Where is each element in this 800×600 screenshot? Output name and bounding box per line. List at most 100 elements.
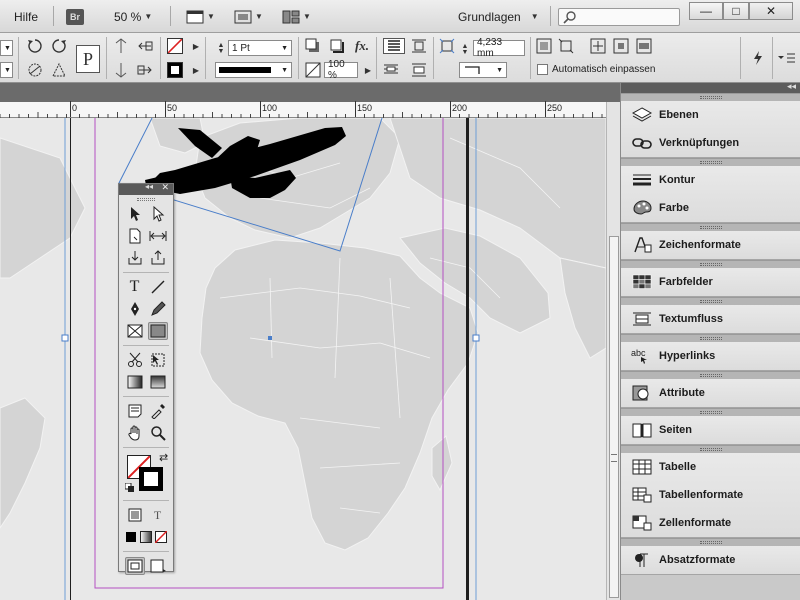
- rotate-ccw-button[interactable]: [51, 38, 67, 54]
- collapse-icon[interactable]: ◂◂: [787, 81, 796, 92]
- panel-group-grip[interactable]: [621, 260, 800, 268]
- zoom-tool[interactable]: [148, 424, 168, 442]
- rotate-cw-button[interactable]: [27, 38, 43, 54]
- bridge-button[interactable]: Br: [66, 0, 84, 33]
- corner-shape-dropdown[interactable]: ▼: [459, 62, 507, 78]
- stroke-type-field[interactable]: ▼: [215, 62, 292, 78]
- free-transform-tool[interactable]: [148, 351, 168, 369]
- reference-field-bottom[interactable]: ▼: [0, 62, 13, 78]
- line-tool[interactable]: [148, 278, 168, 296]
- arrange-documents-button[interactable]: ▼: [282, 0, 311, 33]
- opacity-field[interactable]: 100 %: [324, 59, 358, 81]
- minimize-button[interactable]: —: [689, 2, 723, 20]
- panel-group-grip[interactable]: [621, 408, 800, 416]
- eyedropper-tool[interactable]: [148, 402, 168, 420]
- close-button[interactable]: ✕: [749, 2, 793, 20]
- panel-group-grip[interactable]: [621, 297, 800, 305]
- stroke-swatch-arrow[interactable]: ▶: [188, 62, 204, 78]
- restore-button[interactable]: □: [723, 2, 749, 20]
- apply-gradient-button[interactable]: [138, 528, 153, 546]
- text-wrap-shape-button[interactable]: [383, 62, 399, 78]
- swap-fill-stroke-icon[interactable]: ⇄: [159, 451, 168, 464]
- view-options-button[interactable]: ▼: [186, 0, 215, 33]
- panel-tab-links[interactable]: Verknüpfungen: [621, 129, 800, 157]
- panel-tab-table[interactable]: Tabelle: [621, 453, 800, 481]
- tools-panel-header[interactable]: ◂◂ ✕: [119, 182, 173, 195]
- flip-vertical-button[interactable]: [51, 62, 67, 78]
- horizontal-ruler[interactable]: 0 50 100 150 200 250: [0, 101, 606, 118]
- panel-tab-layers[interactable]: Ebenen: [621, 101, 800, 129]
- gradient-feather-tool[interactable]: [148, 373, 168, 391]
- apply-color-button[interactable]: [123, 528, 138, 546]
- apply-none-button[interactable]: [154, 528, 169, 546]
- selection-tool[interactable]: [125, 205, 145, 223]
- panel-group-grip[interactable]: [621, 223, 800, 231]
- select-next-button[interactable]: [137, 62, 153, 78]
- spacing-field[interactable]: 4,233 mm: [473, 37, 525, 59]
- panel-tab-stroke[interactable]: Kontur: [621, 166, 800, 194]
- hand-tool[interactable]: [125, 424, 145, 442]
- opacity-icon-button[interactable]: [305, 62, 321, 78]
- preview-mode-button[interactable]: [148, 557, 168, 575]
- panel-tab-character-styles[interactable]: Zeichenformate: [621, 231, 800, 259]
- panel-tab-cell-styles[interactable]: Zellenformate: [621, 509, 800, 537]
- scrollbar-thumb[interactable]: [609, 236, 619, 598]
- type-tool[interactable]: T: [125, 278, 145, 296]
- content-placer-tool[interactable]: [148, 249, 168, 267]
- panel-tab-table-styles[interactable]: Tabellenformate: [621, 481, 800, 509]
- panel-dock-header[interactable]: ◂◂: [621, 81, 800, 93]
- help-menu[interactable]: Hilfe: [14, 0, 38, 33]
- spacing-stepper[interactable]: ▲ ▼: [460, 42, 470, 58]
- formatting-text-button[interactable]: T: [148, 506, 168, 524]
- fit-content-proportionally-button[interactable]: [636, 38, 652, 54]
- note-tool[interactable]: [125, 402, 145, 420]
- panel-tab-color[interactable]: Farbe: [621, 194, 800, 222]
- autofit-checkbox[interactable]: [537, 64, 548, 75]
- gap-tool[interactable]: [148, 227, 168, 245]
- collapse-icon[interactable]: ◂◂: [145, 182, 153, 191]
- panel-tab-pages[interactable]: Seiten: [621, 416, 800, 444]
- effects-button[interactable]: fx.: [354, 38, 370, 54]
- frame-fitting-icon-button[interactable]: [439, 38, 455, 54]
- select-previous-button[interactable]: [137, 38, 153, 54]
- stroke-weight-stepper[interactable]: ▲ ▼: [213, 41, 229, 57]
- panel-tab-attributes[interactable]: Attribute: [621, 379, 800, 407]
- content-collector-tool[interactable]: [125, 249, 145, 267]
- document-canvas[interactable]: ◂◂ ✕ T ⇄ T: [0, 118, 606, 600]
- text-wrap-none-button[interactable]: [383, 38, 405, 54]
- fill-swatch[interactable]: [167, 38, 183, 54]
- formatting-container-button[interactable]: [125, 506, 145, 524]
- search-input[interactable]: [579, 10, 675, 24]
- reference-field-top[interactable]: ▼: [0, 40, 13, 56]
- pencil-tool[interactable]: [148, 300, 168, 318]
- fill-frame-proportionally-button[interactable]: [613, 38, 629, 54]
- select-content-button[interactable]: [113, 62, 129, 78]
- direct-selection-tool[interactable]: [148, 205, 168, 223]
- stroke-swatch[interactable]: [167, 62, 183, 78]
- gradient-swatch-tool[interactable]: [125, 373, 145, 391]
- quick-apply-button[interactable]: [750, 50, 766, 66]
- drop-shadow-button[interactable]: [305, 38, 321, 54]
- flip-horizontal-button[interactable]: [27, 62, 43, 78]
- zoom-level-dropdown[interactable]: 50 % ▼: [114, 0, 152, 33]
- select-container-button[interactable]: [113, 38, 129, 54]
- scissors-tool[interactable]: [125, 351, 145, 369]
- rectangle-frame-tool[interactable]: [125, 322, 145, 340]
- normal-view-button[interactable]: [124, 557, 145, 575]
- panel-group-grip[interactable]: [621, 158, 800, 166]
- close-icon[interactable]: ✕: [161, 182, 169, 193]
- workspace-switcher[interactable]: Grundlagen ▼: [458, 0, 539, 33]
- panel-group-grip[interactable]: [621, 334, 800, 342]
- panel-tab-text-wrap[interactable]: Textumfluss: [621, 305, 800, 333]
- panel-tab-hyperlinks[interactable]: abc Hyperlinks: [621, 342, 800, 370]
- help-search-field[interactable]: [558, 8, 680, 26]
- panel-tab-swatches[interactable]: Farbfelder: [621, 268, 800, 296]
- panel-group-grip[interactable]: [621, 93, 800, 101]
- vertical-scrollbar[interactable]: [606, 102, 620, 600]
- tools-grip[interactable]: [119, 195, 173, 203]
- text-wrap-bbox-button[interactable]: [411, 38, 427, 54]
- panel-group-grip[interactable]: [621, 538, 800, 546]
- control-panel-menu-button[interactable]: [777, 50, 797, 66]
- stroke-weight-field[interactable]: 1 Pt ▼: [228, 40, 292, 56]
- shadow-box-button[interactable]: [329, 38, 345, 54]
